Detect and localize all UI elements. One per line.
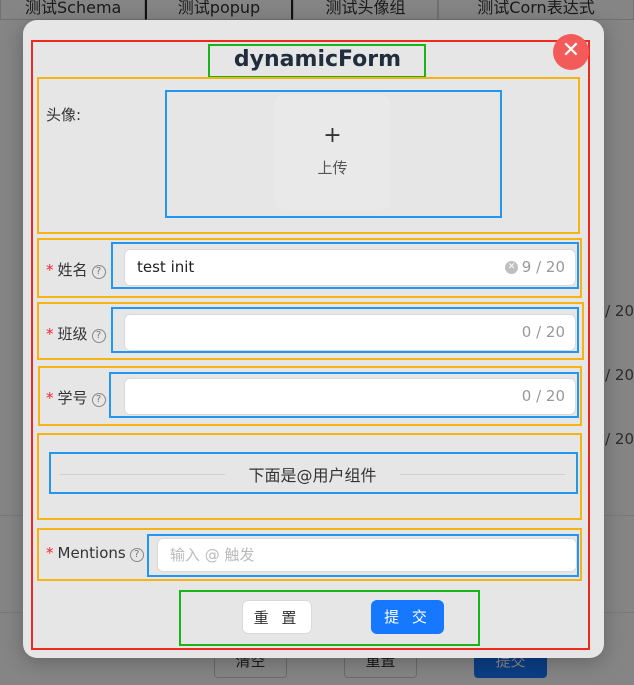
plus-icon: + — [323, 123, 342, 148]
char-count: 0 / 20 — [521, 387, 565, 405]
mentions-label: * Mentions? — [46, 544, 144, 562]
student-id-label: * 学号? — [46, 387, 106, 408]
char-count: 9 / 20 — [521, 258, 565, 276]
clear-icon[interactable]: ✕ — [505, 261, 518, 274]
reset-button[interactable]: 重 置 — [242, 600, 312, 634]
student-id-input[interactable]: 0 / 20 — [124, 378, 576, 415]
name-input[interactable]: test init ✕ 9 / 20 — [124, 249, 576, 286]
submit-button[interactable]: 提 交 — [371, 600, 444, 634]
close-icon[interactable]: ✕ — [553, 34, 589, 70]
required-mark: * — [46, 261, 54, 279]
name-label: * 姓名? — [46, 259, 106, 280]
char-count: 0 / 20 — [521, 323, 565, 341]
name-input-value: test init — [137, 258, 195, 276]
required-mark: * — [46, 544, 54, 562]
help-icon[interactable]: ? — [91, 265, 106, 279]
help-icon[interactable]: ? — [129, 548, 144, 562]
help-icon[interactable]: ? — [91, 393, 106, 407]
help-icon[interactable]: ? — [91, 329, 106, 343]
avatar-upload[interactable]: + 上传 — [275, 95, 390, 210]
required-mark: * — [46, 389, 54, 407]
mentions-input[interactable]: 输入 @ 触发 — [157, 538, 577, 572]
modal-title: dynamicForm — [233, 47, 402, 72]
required-mark: * — [46, 325, 54, 343]
upload-text: 上传 — [317, 159, 348, 177]
class-label: * 班级? — [46, 323, 106, 344]
divider-text: 下面是@用户组件 — [225, 462, 400, 486]
class-input[interactable]: 0 / 20 — [124, 314, 576, 351]
mentions-placeholder: 输入 @ 触发 — [170, 546, 255, 564]
avatar-label: 头像: — [46, 106, 82, 124]
